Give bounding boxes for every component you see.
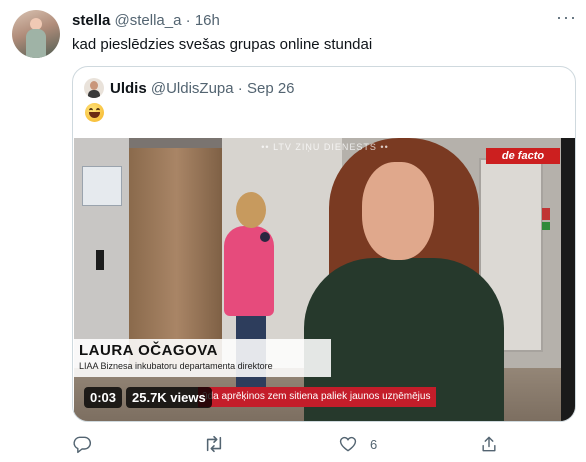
like-button[interactable]: 6 (338, 434, 377, 454)
author-name[interactable]: stella (72, 12, 110, 29)
quoted-author-handle[interactable]: @UldisZupa (151, 80, 234, 97)
grinning-face-emoji-icon (85, 103, 104, 122)
quoted-separator-dot: · (237, 80, 243, 97)
retweet-button[interactable] (203, 434, 225, 454)
separator-dot: · (185, 12, 191, 29)
author-avatar[interactable] (12, 10, 60, 58)
news-ticker: ūda aprēķinos zem sitiena paliek jaunos … (198, 387, 436, 407)
video-walker-head (236, 192, 266, 228)
retweet-icon (203, 434, 225, 454)
video-scene-sign (542, 208, 550, 220)
video-scene-switch (96, 250, 104, 270)
caption-person-title: LIAA Biznesa inkubatoru departamenta dir… (79, 361, 273, 371)
video-scene-frame (561, 138, 575, 421)
tweet-time[interactable]: 16h (195, 12, 220, 29)
share-button[interactable] (479, 434, 499, 454)
reply-icon (72, 434, 92, 454)
video-views-badge: 25.7K views (126, 387, 212, 408)
tweet-action-bar: 6 (72, 434, 576, 454)
video-duration-badge: 0:03 (84, 387, 123, 408)
like-count: 6 (370, 436, 378, 452)
caption-person-name: LAURA OČAGOVA (79, 342, 218, 359)
video-scene-panel (82, 166, 122, 206)
share-icon (479, 434, 499, 454)
quoted-avatar-body (88, 90, 100, 98)
quoted-tweet[interactable]: Uldis @UldisZupa · Sep 26 •• LTV ZIŅU DI… (72, 66, 576, 422)
channel-badge: de facto (486, 148, 560, 164)
video-scene-spot (260, 232, 270, 242)
quoted-author-name[interactable]: Uldis (110, 80, 147, 97)
tweet-text: kad pieslēdzies svešas grupas online stu… (72, 36, 373, 53)
lower-third-caption: LAURA OČAGOVA LIAA Biznesa inkubatoru de… (74, 339, 331, 377)
video-woman-face (362, 162, 434, 260)
quoted-avatar-head (90, 81, 98, 90)
video-player[interactable]: •• LTV ZIŅU DIENESTS •• de facto LAURA O… (74, 138, 575, 421)
quoted-tweet-time: Sep 26 (246, 80, 295, 97)
more-options-icon[interactable]: ··· (556, 8, 577, 26)
tweet-header: stella @stella_a · 16h (72, 11, 220, 31)
quoted-tweet-header: Uldis @UldisZupa · Sep 26 (110, 79, 295, 99)
video-scene-sign-green (542, 222, 550, 230)
avatar-figure-body (26, 29, 46, 58)
author-handle[interactable]: @stella_a (115, 12, 182, 29)
reply-button[interactable] (72, 434, 92, 454)
quoted-author-avatar[interactable] (84, 78, 104, 98)
like-icon (338, 434, 358, 454)
